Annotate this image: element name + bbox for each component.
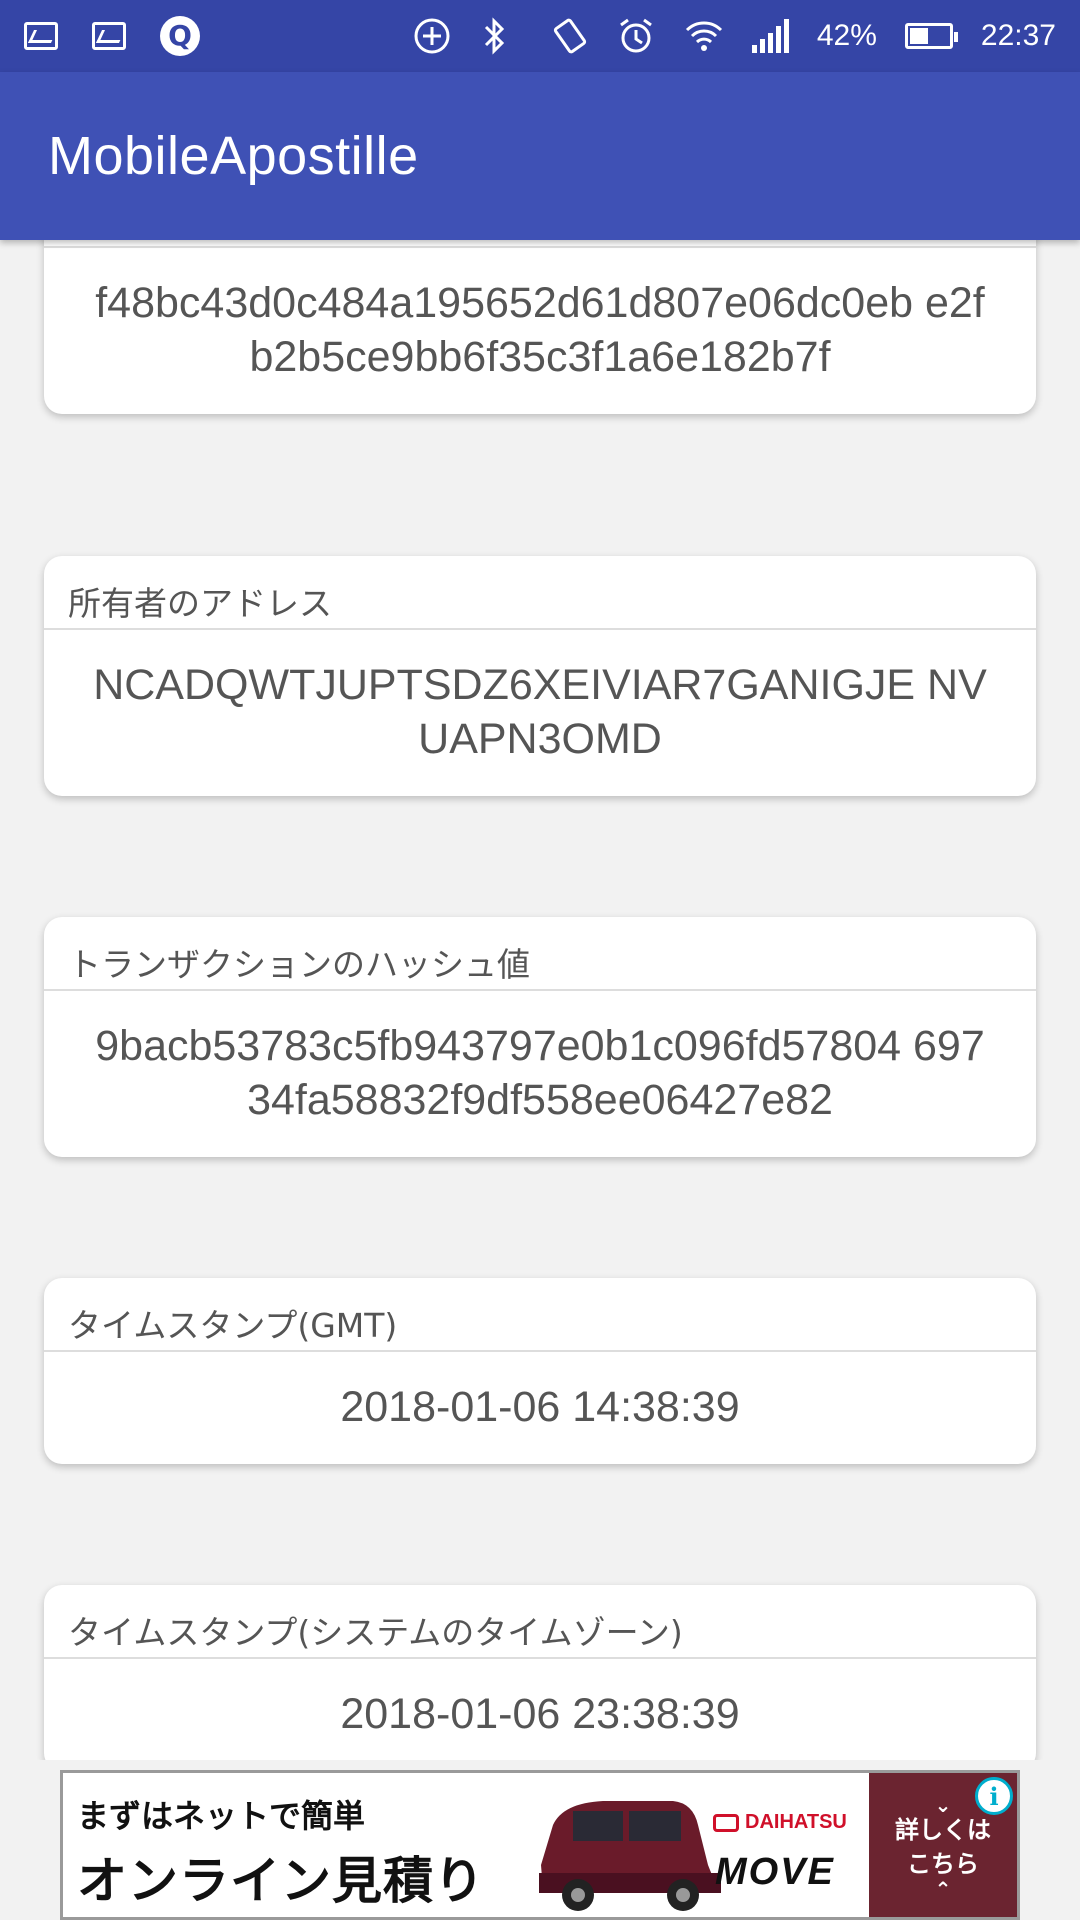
image-icon <box>92 22 126 50</box>
bluetooth-icon <box>480 16 520 56</box>
alarm-icon <box>616 16 656 56</box>
image-icon <box>24 22 58 50</box>
battery-percent: 42% <box>816 19 877 52</box>
card-value: 2018-01-06 23:38:39 <box>340 1690 740 1738</box>
app-bar: MobileApostille <box>0 72 1080 240</box>
ad-headline: まずはネットで簡単 <box>77 1797 366 1835</box>
ad-info-icon[interactable]: i <box>975 1777 1013 1815</box>
status-left-icons: Q <box>24 16 200 56</box>
status-bar: Q 42% 22:37 <box>0 0 1080 72</box>
card-value: f48bc43d0c484a195652d61d807e06dc0eb e2fb… <box>95 279 985 381</box>
scroll-content[interactable]: ファイルのハッシュ値 f48bc43d0c484a195652d61d807e0… <box>0 240 1080 1760</box>
ad-brand-logo: DAIHATSU <box>713 1811 847 1834</box>
wifi-icon <box>684 16 724 56</box>
ad-cta-line2: こちら <box>907 1849 979 1878</box>
transaction-hash-card: トランザクションのハッシュ値 9bacb53783c5fb943797e0b1c… <box>44 917 1036 1157</box>
card-label: タイムスタンプ(システムのタイムゾーン) <box>44 1585 1036 1659</box>
card-label: ファイルのハッシュ値 <box>44 240 1036 248</box>
ad-model-name: MOVE <box>715 1851 835 1893</box>
battery-icon <box>904 23 958 49</box>
app-title: MobileApostille <box>48 126 419 186</box>
owner-address-card: 所有者のアドレス NCADQWTJUPTSDZ6XEIVIAR7GANIGJE … <box>44 556 1036 796</box>
vibrate-icon <box>548 16 588 56</box>
chevron-up-icon: ⌃ <box>934 1876 952 1901</box>
card-value: 9bacb53783c5fb943797e0b1c096fd57804 6973… <box>95 1022 985 1124</box>
ad-banner[interactable]: まずはネットで簡単 オンライン見積り DAIHATSU MOVE ⌄ 詳しくは … <box>60 1770 1020 1920</box>
ad-brand-text: DAIHATSU <box>745 1811 847 1833</box>
card-label: 所有者のアドレス <box>44 556 1036 630</box>
ad-cta-line1: 詳しくは <box>895 1815 991 1844</box>
timestamp-local-card: タイムスタンプ(システムのタイムゾーン) 2018-01-06 23:38:39 <box>44 1585 1036 1760</box>
card-value: 2018-01-06 14:38:39 <box>340 1383 740 1431</box>
chevron-down-icon: ⌄ <box>934 1792 952 1817</box>
signal-icon <box>751 19 789 53</box>
clock: 22:37 <box>980 19 1056 52</box>
daihatsu-logo-icon <box>713 1813 739 1832</box>
data-saver-icon <box>412 16 452 56</box>
file-hash-card: ファイルのハッシュ値 f48bc43d0c484a195652d61d807e0… <box>44 240 1036 414</box>
ad-subheadline: オンライン見積り <box>77 1852 485 1910</box>
card-value: NCADQWTJUPTSDZ6XEIVIAR7GANIGJE NVUAPN3OM… <box>93 661 987 763</box>
card-label: トランザクションのハッシュ値 <box>44 917 1036 991</box>
timestamp-gmt-card: タイムスタンプ(GMT) 2018-01-06 14:38:39 <box>44 1278 1036 1464</box>
q-app-icon: Q <box>160 16 200 56</box>
card-label: タイムスタンプ(GMT) <box>44 1278 1036 1352</box>
status-right-icons: 42% 22:37 <box>412 16 1056 56</box>
